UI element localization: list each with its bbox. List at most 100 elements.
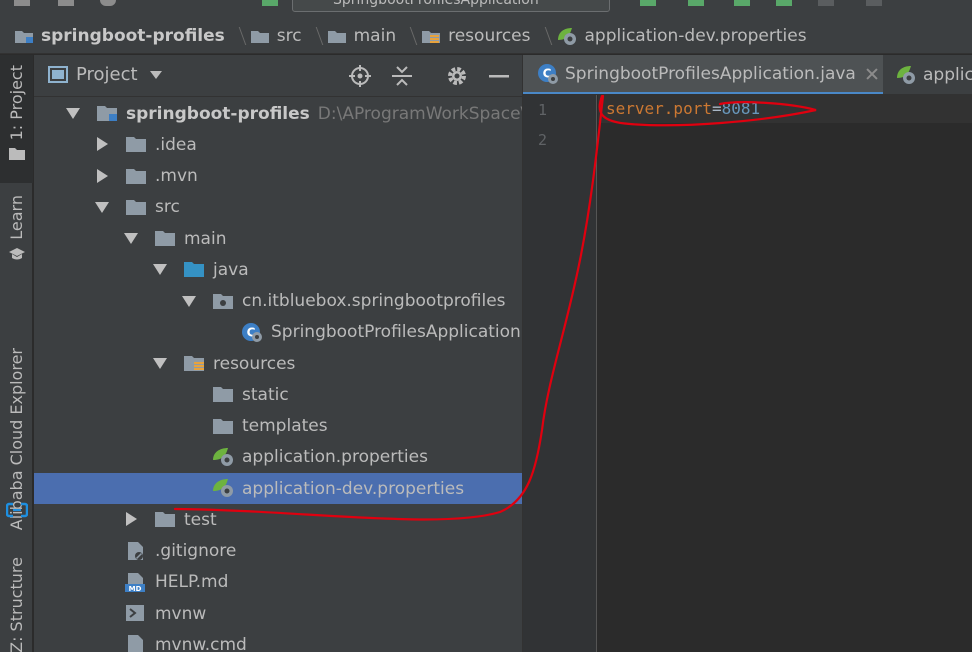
tree-item[interactable]: MD HELP.md <box>34 567 522 598</box>
breadcrumb-separator <box>309 25 318 47</box>
toolbar-icon[interactable] <box>866 0 882 6</box>
source-folder-icon <box>184 262 204 278</box>
breadcrumb-label: springboot-profiles <box>41 25 225 46</box>
line-number: 2 <box>537 131 547 149</box>
collapse-arrow-icon[interactable] <box>153 358 167 369</box>
stop-icon[interactable] <box>818 0 834 6</box>
tree-item-name: templates <box>242 416 328 436</box>
tree-item[interactable]: java <box>34 254 522 285</box>
tree-item[interactable]: cn.itbluebox.springbootprofiles <box>34 286 522 317</box>
property-equals: = <box>711 99 722 118</box>
tree-item-label: java <box>213 260 249 280</box>
resources-folder-icon <box>184 356 204 371</box>
code-line[interactable] <box>598 125 972 153</box>
run-configuration-select[interactable]: SpringbootProfilesApplication <box>292 0 610 12</box>
breadcrumb-item-file[interactable]: application-dev.properties <box>556 26 807 46</box>
tree-item-label: src <box>155 197 180 217</box>
folder-icon <box>213 387 233 403</box>
build-icon[interactable] <box>262 0 278 6</box>
breadcrumb-separator <box>232 25 241 47</box>
profile-icon[interactable] <box>776 0 792 6</box>
tree-item-label: SpringbootProfilesApplication <box>271 322 521 342</box>
run-icon[interactable] <box>640 0 656 6</box>
alibaba-cloud-tool-button[interactable]: Alibaba Cloud Explorer <box>0 300 33 530</box>
tree-item-name: mvnw <box>155 603 207 624</box>
property-key: server.port <box>606 99 712 118</box>
learn-tool-label: Learn <box>7 195 26 240</box>
tree-item[interactable]: static <box>34 379 522 410</box>
tree-item-label: cn.itbluebox.springbootprofiles <box>242 291 506 311</box>
editor-tabs: C SpringbootProfilesApplication.java app… <box>523 55 972 95</box>
tree-item[interactable]: springboot-profiles D:\AProgramWorkSpace\… <box>34 98 522 129</box>
breadcrumb-item-project[interactable]: springboot-profiles <box>14 26 225 46</box>
locate-icon[interactable] <box>349 65 371 87</box>
tree-item[interactable]: templates <box>34 411 522 442</box>
tree-item-label: main <box>184 229 226 249</box>
tree-item[interactable]: .mvn <box>34 161 522 192</box>
tree-item-label: .mvn <box>155 166 198 186</box>
tree-item[interactable]: mvnw.cmd <box>34 629 522 652</box>
module-folder-icon <box>97 106 117 121</box>
collapse-all-icon[interactable] <box>391 65 413 87</box>
collapse-arrow-icon[interactable] <box>153 264 167 276</box>
gear-icon[interactable] <box>446 65 468 87</box>
chevron-down-icon <box>149 70 162 79</box>
tab-label: applic <box>923 65 972 85</box>
tree-item[interactable]: test <box>34 504 522 535</box>
close-icon[interactable] <box>866 68 878 80</box>
tree-item[interactable]: application.properties <box>34 442 522 473</box>
breadcrumb-item-main[interactable]: main <box>327 26 396 46</box>
tree-item-name: SpringbootProfilesApplication <box>271 322 521 343</box>
tree-item[interactable]: mvnw <box>34 598 522 629</box>
breadcrumb-item-src[interactable]: src <box>250 26 302 46</box>
layout-icon[interactable] <box>58 0 74 6</box>
project-tool-label: 1: Project <box>7 65 26 141</box>
tree-item-name: application.properties <box>242 447 428 468</box>
expand-arrow-icon[interactable] <box>97 168 108 183</box>
structure-tool-button[interactable]: Z: Structure <box>0 553 33 652</box>
tree-item[interactable]: .idea <box>34 129 522 160</box>
tab-springboot-application[interactable]: C SpringbootProfilesApplication.java <box>523 55 883 94</box>
collapse-arrow-icon[interactable] <box>66 108 80 119</box>
spring-properties-icon <box>557 27 576 45</box>
folder-icon <box>126 168 146 184</box>
tree-item[interactable]: C SpringbootProfilesApplication <box>34 317 522 348</box>
tree-item[interactable]: resources <box>34 348 522 379</box>
tree-item-name: .gitignore <box>155 541 237 561</box>
expand-arrow-icon[interactable] <box>126 512 137 527</box>
tree-item[interactable]: src <box>34 192 522 223</box>
coverage-icon[interactable] <box>734 0 750 6</box>
tree-item-name: .idea <box>155 134 197 155</box>
hide-panel-icon[interactable] <box>488 65 510 87</box>
tree-item-name: java <box>213 259 249 280</box>
menu-icon[interactable] <box>14 0 30 6</box>
line-number: 1 <box>537 101 547 119</box>
resources-folder-icon <box>422 30 441 43</box>
folder-icon <box>155 231 175 246</box>
spring-properties-icon <box>213 479 233 497</box>
tree-item-name: src <box>155 197 180 218</box>
breadcrumb-label: src <box>276 25 302 46</box>
tab-application-properties[interactable]: applic <box>885 55 972 94</box>
property-value: 8081 <box>721 99 761 118</box>
collapse-arrow-icon[interactable] <box>124 233 138 244</box>
folder-icon <box>126 137 146 153</box>
expand-arrow-icon[interactable] <box>97 137 108 152</box>
tree-item-label: templates <box>242 416 328 436</box>
tree-item-name: mvnw.cmd <box>155 634 247 652</box>
collapse-arrow-icon[interactable] <box>182 295 196 307</box>
tree-item[interactable]: .gitignore <box>34 536 522 567</box>
folder-icon <box>213 418 233 434</box>
folder-icon <box>126 199 146 215</box>
project-view-selector[interactable]: Project <box>48 64 162 85</box>
code-editor[interactable]: server.port=8081 <box>598 95 972 652</box>
svg-text:MD: MD <box>129 585 142 592</box>
code-line[interactable]: server.port=8081 <box>598 95 972 123</box>
collapse-arrow-icon[interactable] <box>95 201 109 213</box>
tree-item[interactable]: main <box>34 223 522 254</box>
sync-icon[interactable] <box>100 0 116 6</box>
breadcrumb-item-resources[interactable]: resources <box>421 26 531 46</box>
debug-icon[interactable] <box>688 0 704 6</box>
tree-item[interactable]: application-dev.properties <box>34 473 522 504</box>
project-tool-button[interactable]: 1: Project <box>0 55 33 183</box>
